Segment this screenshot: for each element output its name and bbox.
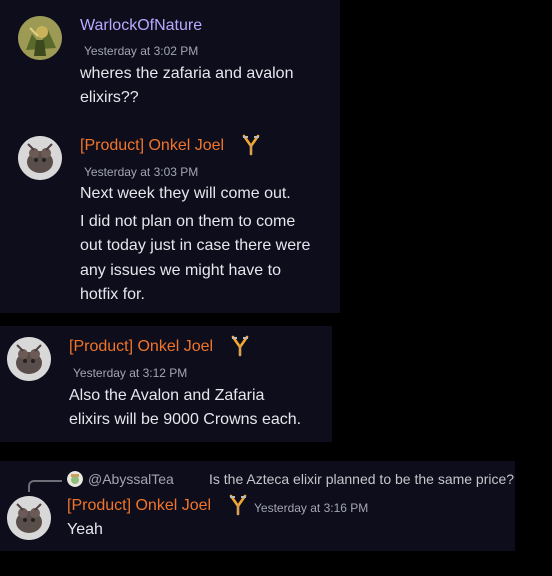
- message-text-line: Yeah: [67, 521, 103, 538]
- message-author[interactable]: [Product] Onkel Joel: [80, 136, 224, 156]
- message-text-line: Next week they will come out.: [80, 185, 291, 202]
- message-author[interactable]: [Product] Onkel Joel: [67, 496, 211, 516]
- message-timestamp: Yesterday at 3:02 PM: [84, 44, 199, 58]
- crossed-tools-badge-icon: [229, 335, 251, 357]
- crossed-tools-badge-icon: [240, 134, 262, 156]
- avatar-image: [18, 16, 62, 60]
- reply-avatar[interactable]: [67, 471, 83, 487]
- avatar-image: [7, 496, 51, 540]
- message-text-line: any issues we might have to: [80, 262, 281, 279]
- avatar-image: [18, 136, 62, 180]
- message-text-line: elixirs will be 9000 Crowns each.: [69, 411, 302, 428]
- message-text-line: Also the Avalon and Zafaria: [69, 387, 265, 404]
- message-text-line: hotfix for.: [80, 286, 145, 303]
- avatar-onkel-joel[interactable]: [18, 136, 62, 180]
- avatar-image: [7, 337, 51, 381]
- message-text-line: out today just in case there were: [80, 237, 311, 254]
- message-text-line: wheres the zafaria and avalon: [80, 65, 294, 82]
- avatar-onkel-joel[interactable]: [7, 337, 51, 381]
- message-text-line: I did not plan on them to come: [80, 213, 296, 230]
- message-timestamp: Yesterday at 3:12 PM: [73, 366, 188, 380]
- crossed-tools-badge-icon: [227, 494, 249, 516]
- message-timestamp: Yesterday at 3:16 PM: [254, 501, 369, 515]
- avatar-warlockofnature[interactable]: [18, 16, 62, 60]
- message-author[interactable]: [Product] Onkel Joel: [69, 337, 213, 357]
- reply-preview-text[interactable]: Is the Azteca elixir planned to be the s…: [209, 471, 514, 488]
- message-timestamp: Yesterday at 3:03 PM: [84, 165, 199, 179]
- reply-connector: [28, 480, 62, 492]
- reply-author[interactable]: @AbyssalTea: [88, 471, 174, 488]
- message-text-line: elixirs??: [80, 89, 139, 106]
- avatar-onkel-joel[interactable]: [7, 496, 51, 540]
- message-author[interactable]: WarlockOfNature: [80, 16, 202, 36]
